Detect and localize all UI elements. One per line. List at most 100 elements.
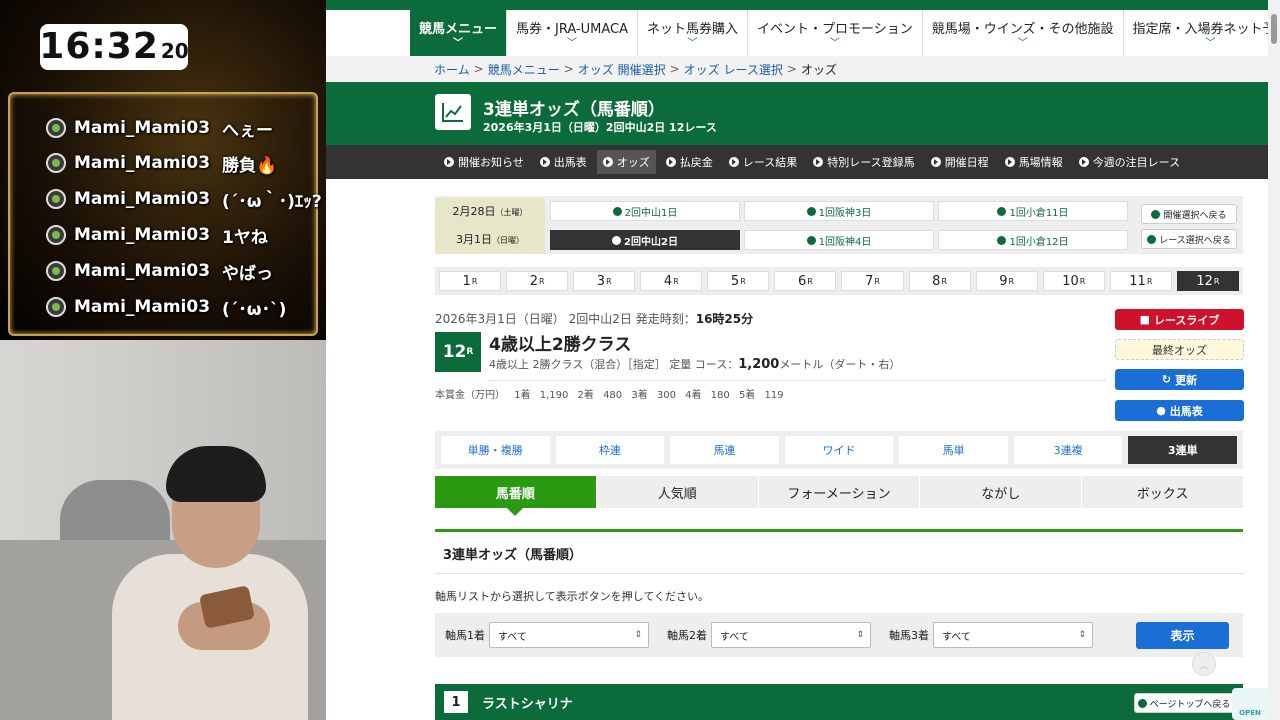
bet-type-tab[interactable]: 3連複 (1013, 436, 1123, 464)
race-tab[interactable]: 7R (841, 271, 904, 291)
scrollbar-thumb[interactable] (1271, 14, 1277, 44)
nav-reserve[interactable]: 指定席・入場券ネット予約 ﹀ (1124, 10, 1280, 56)
meeting-button[interactable]: 2回中山1日 (550, 201, 740, 221)
subnav-special[interactable]: 特別レース登録馬 (807, 150, 920, 174)
instruction-text: 軸馬リストから選択して表示ボタンを押してください。 (435, 590, 710, 603)
axis-1: 軸馬1着 すべて ⇕ (445, 622, 649, 648)
meeting-button-selected[interactable]: 2回中山2日 (550, 230, 740, 250)
race-tab-suffix: R (673, 276, 679, 286)
race-tab[interactable]: 6R (774, 271, 837, 291)
axis-select[interactable]: すべて ⇕ (489, 622, 649, 648)
nav-label: 馬券・JRA-UMACA (516, 21, 629, 37)
race-tab-selected[interactable]: 12 R (1176, 271, 1239, 291)
updown-icon: ⇕ (856, 630, 864, 640)
page-top-button[interactable]: ページトップへ戻る (1134, 693, 1234, 713)
chevron-down-icon: ﹀ (567, 37, 578, 49)
arrow-circle-icon (612, 235, 622, 245)
date-text: 2月28日 (452, 205, 496, 218)
arrow-circle-icon (930, 157, 941, 167)
breadcrumb-odds-meeting[interactable]: オッズ 開催選択 (578, 61, 666, 78)
subnav-featured[interactable]: 今週の注目レース (1073, 150, 1186, 174)
breadcrumb-home[interactable]: ホーム (434, 61, 470, 78)
entries-button[interactable]: ● 出馬表 (1115, 400, 1244, 421)
chat-message: へぇー (222, 120, 274, 141)
bet-type-tab-selected[interactable]: 3連単 (1128, 436, 1238, 464)
nav-event[interactable]: イベント・プロモーション ﹀ (748, 10, 923, 56)
nav-label: 競馬場・ウインズ・その他施設 (931, 21, 1114, 37)
button-label: 更新 (1175, 373, 1198, 387)
race-live-button[interactable]: ■ レースライブ (1115, 309, 1244, 330)
bet-type-tab[interactable]: 単勝・複勝 (441, 436, 550, 464)
subnav-track[interactable]: 馬場情報 (999, 150, 1069, 174)
subnav-results[interactable]: レース結果 (723, 150, 803, 174)
bet-type-tab[interactable]: ワイド (784, 436, 894, 464)
arrow-circle-icon (997, 206, 1007, 216)
show-button[interactable]: 表示 (1136, 622, 1229, 649)
chat-user: Mami_Mami03 (74, 225, 211, 245)
open-widget[interactable]: OPEN (1232, 688, 1268, 720)
race-tab[interactable]: 5R (707, 271, 770, 291)
race-tab[interactable]: 3R (573, 271, 636, 291)
chat-message: 1ヤね (222, 227, 268, 248)
axis-3: 軸馬3着 すべて ⇕ (889, 622, 1093, 648)
race-tab[interactable]: 10 R (1042, 271, 1105, 291)
meeting-label: 2回中山1日 (624, 207, 678, 219)
race-tab[interactable]: 4R (640, 271, 703, 291)
chart-icon (435, 94, 471, 130)
chat-message: 勝負🔥 (222, 155, 278, 176)
subnav-entries[interactable]: 出馬表 (534, 150, 593, 174)
chevron-down-icon: ﹀ (1205, 37, 1216, 49)
bet-type-tab[interactable]: 馬連 (670, 436, 779, 464)
meeting-button[interactable]: 1回阪神4日 (744, 230, 934, 250)
bet-type-tab[interactable]: 馬単 (899, 436, 1008, 464)
axis-select[interactable]: すべて ⇕ (711, 622, 871, 648)
chevron-down-icon: ﹀ (453, 37, 463, 49)
order-tab[interactable]: ながし (920, 476, 1082, 508)
nav-net-baken[interactable]: ネット馬券購入 ﹀ (638, 10, 749, 56)
chat-message: (´･ω｀･)ｴｯ? (222, 191, 322, 212)
nav-keiba-menu[interactable]: 競馬メニュー ﹀ (410, 10, 508, 56)
chevron-up-icon[interactable]: ︿ (1192, 652, 1216, 676)
refresh-button[interactable]: ↻ 更新 (1115, 369, 1244, 390)
nav-baken[interactable]: 馬券・JRA-UMACA ﹀ (507, 10, 639, 56)
avatar-icon (46, 153, 66, 173)
order-tab[interactable]: フォーメーション (758, 476, 920, 508)
order-tab-selected[interactable]: 馬番順 (435, 476, 596, 516)
subnav-schedule[interactable]: 開催日程 (925, 150, 995, 174)
meeting-button[interactable]: 1回阪神3日 (744, 201, 934, 221)
subnav-notice[interactable]: 開催お知らせ (438, 150, 530, 174)
back-to-race-button[interactable]: レース選択へ戻る (1141, 229, 1237, 249)
bet-type-tab[interactable]: 枠連 (555, 436, 665, 464)
chat-line: Mami_Mami03 (´･ω｀･)ｴｯ? (46, 184, 322, 214)
meeting-button[interactable]: 1回小倉12日 (938, 230, 1128, 250)
nav-facilities[interactable]: 競馬場・ウインズ・その他施設 ﹀ (923, 10, 1124, 56)
chat-panel: 16:32 20 Mami_Mami03 へぇー Mami_Mami03 勝負🔥 M… (0, 0, 326, 340)
breadcrumb-odds-race[interactable]: オッズ レース選択 (684, 61, 783, 78)
race-info: 2026年3月1日（日曜） 2回中山2日 発走時刻：16時25分 12 R 4歳以… (435, 310, 1115, 401)
breadcrumb-keiba-menu[interactable]: 競馬メニュー (488, 61, 560, 78)
race-tab[interactable]: 1R (439, 271, 502, 291)
race-tab[interactable]: 11 R (1109, 271, 1172, 291)
chat-line: Mami_Mami03 やばっ (46, 256, 273, 286)
meeting-button[interactable]: 1回小倉11日 (938, 201, 1128, 221)
order-tab[interactable]: ボックス (1082, 476, 1243, 508)
button-label: 出馬表 (1169, 404, 1203, 418)
race-tab[interactable]: 2R (506, 271, 569, 291)
axis-value: すべて (498, 631, 527, 643)
race-tab[interactable]: 8R (908, 271, 971, 291)
order-tab[interactable]: 人気順 (596, 476, 758, 508)
back-to-meeting-button[interactable]: 開催選択へ戻る (1141, 204, 1237, 224)
breadcrumb-sep: > (473, 62, 484, 76)
subnav-label: 特別レース登録馬 (827, 156, 915, 169)
race-tab-num: 2 (529, 273, 538, 289)
arrow-circle-icon (813, 157, 824, 167)
chat-line: Mami_Mami03 1ヤね (46, 220, 268, 250)
button-label: ページトップへ戻る (1149, 699, 1231, 710)
subnav-odds[interactable]: オッズ (596, 150, 656, 174)
breadcrumb-sep: > (786, 62, 797, 76)
scrollbar[interactable] (1268, 0, 1280, 720)
subnav-payout[interactable]: 払戻金 (660, 150, 719, 174)
race-tab[interactable]: 9R (975, 271, 1038, 291)
site-logo[interactable] (326, 10, 410, 56)
axis-select[interactable]: すべて ⇕ (933, 622, 1093, 648)
